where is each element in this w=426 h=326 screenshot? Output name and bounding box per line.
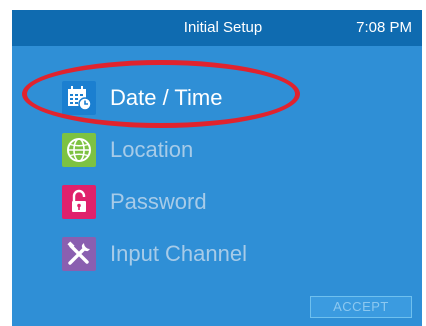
menu-item-date-time[interactable]: Date / Time bbox=[62, 78, 222, 118]
menu-item-location[interactable]: Location bbox=[62, 130, 193, 170]
menu-item-label: Password bbox=[110, 189, 207, 214]
accept-button[interactable]: ACCEPT bbox=[310, 296, 412, 318]
device-screen: Initial Setup 7:08 PM Date / Time Locati… bbox=[12, 10, 422, 326]
menu-item-label: Date / Time bbox=[110, 85, 223, 110]
menu-item-label: Location bbox=[110, 137, 194, 162]
lock-icon bbox=[62, 185, 96, 219]
calendar-clock-icon bbox=[62, 81, 96, 115]
menu-item-label: Input Channel bbox=[110, 241, 247, 266]
tools-icon bbox=[62, 237, 96, 271]
globe-icon bbox=[62, 133, 96, 167]
header-bar: Initial Setup 7:08 PM bbox=[12, 10, 422, 46]
clock-time: 7:08 PM bbox=[356, 19, 412, 36]
menu-item-password[interactable]: Password bbox=[62, 182, 207, 222]
menu-item-input-channel[interactable]: Input Channel bbox=[62, 234, 247, 274]
